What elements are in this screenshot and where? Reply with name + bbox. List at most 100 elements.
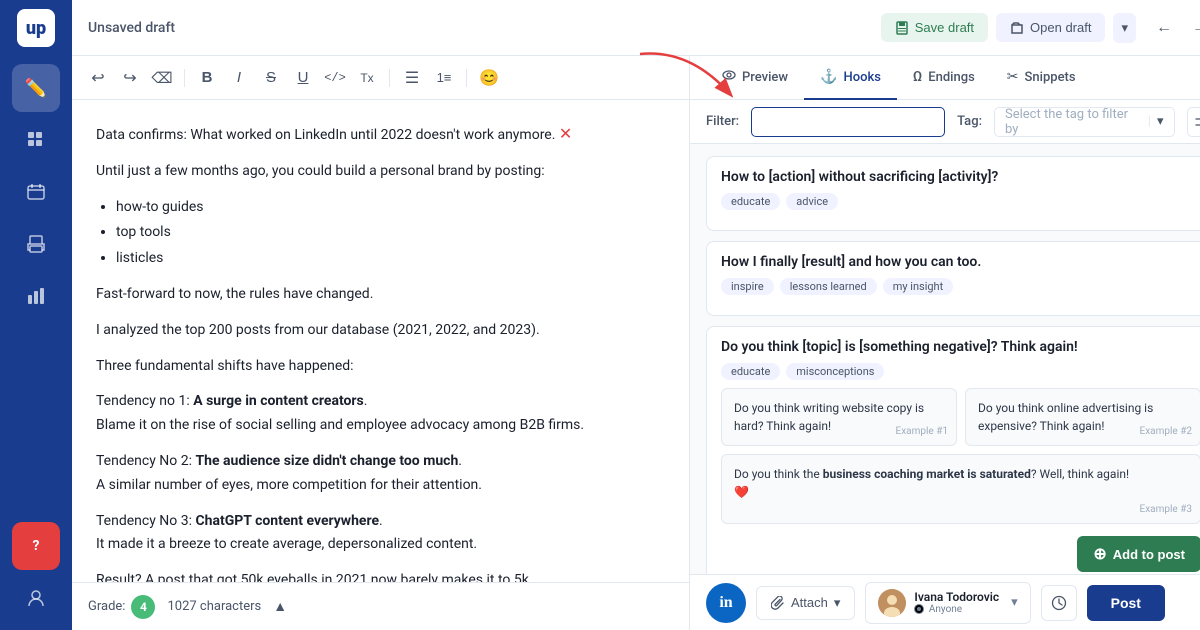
main: Unsaved draft Save draft Open draft ▾ ← … bbox=[72, 0, 1200, 630]
user-avatar bbox=[878, 589, 906, 617]
user-dropdown-icon: ▾ bbox=[1011, 595, 1018, 610]
hook-title-2: How I finally [result] and how you can t… bbox=[721, 254, 1200, 270]
example-label-1: Example #1 bbox=[896, 424, 948, 439]
sidebar-item-help[interactable]: ? bbox=[12, 522, 60, 570]
bold-button[interactable]: B bbox=[193, 64, 221, 92]
save-draft-label: Save draft bbox=[915, 20, 974, 35]
preview-icon bbox=[722, 68, 736, 86]
plus-icon: ⊕ bbox=[1093, 544, 1106, 564]
user-info: Ivana Todorovic Anyone bbox=[914, 590, 999, 615]
linkedin-button[interactable]: in bbox=[706, 583, 746, 623]
snippets-icon: ✂ bbox=[1007, 69, 1019, 85]
shuffle-button[interactable] bbox=[1187, 107, 1200, 137]
hook-example-3[interactable]: Do you think the business coaching marke… bbox=[721, 454, 1200, 524]
hook-tags-3: educate misconceptions bbox=[721, 363, 1200, 380]
sidebar-item-calendar[interactable] bbox=[12, 168, 60, 216]
bullet-list-button[interactable]: ☰ bbox=[398, 64, 426, 92]
logo-box[interactable]: up bbox=[17, 9, 55, 47]
schedule-button[interactable] bbox=[1041, 585, 1077, 621]
underline-button[interactable]: U bbox=[289, 64, 317, 92]
hook-example-1[interactable]: Do you think writing website copy is har… bbox=[721, 388, 957, 446]
tag-lessons-learned[interactable]: lessons learned bbox=[780, 278, 877, 295]
open-draft-dropdown[interactable]: ▾ bbox=[1113, 13, 1136, 43]
editor-toolbar: ↩ ↪ ⌫ B I S U </> Tx ☰ 1≡ 😊 bbox=[72, 56, 689, 100]
tab-snippets[interactable]: ✂ Snippets bbox=[991, 56, 1092, 100]
hook-title-3: Do you think [topic] is [something negat… bbox=[721, 339, 1200, 355]
example-label-3: Example #3 bbox=[1140, 502, 1192, 517]
hook-card-1: How to [action] without sacrificing [act… bbox=[706, 156, 1200, 231]
toolbar-sep-1 bbox=[184, 69, 185, 87]
tab-hooks[interactable]: ⚓ Hooks bbox=[804, 56, 897, 100]
italic-button[interactable]: I bbox=[225, 64, 253, 92]
tag-label: Tag: bbox=[957, 114, 982, 129]
editor-line-1: Data confirms: What worked on LinkedIn u… bbox=[96, 120, 665, 148]
add-to-post-label: Add to post bbox=[1113, 547, 1185, 562]
hook-example-2[interactable]: Do you think online advertising is expen… bbox=[965, 388, 1200, 446]
tag-select-placeholder: Select the tag to filter by bbox=[1005, 107, 1142, 137]
code-button[interactable]: </> bbox=[321, 64, 349, 92]
redo-button[interactable]: ↪ bbox=[116, 64, 144, 92]
sidebar-item-user[interactable] bbox=[12, 574, 60, 622]
clear-button[interactable]: Tx bbox=[353, 64, 381, 92]
attach-dropdown-icon: ▾ bbox=[834, 595, 841, 611]
post-label: Post bbox=[1111, 595, 1141, 611]
open-draft-button[interactable]: Open draft bbox=[996, 13, 1105, 42]
sidebar-bottom: ? bbox=[12, 514, 60, 630]
char-count: 1027 characters bbox=[167, 599, 261, 614]
heart-emoji: ❤️ bbox=[734, 485, 749, 499]
tab-hooks-label: Hooks bbox=[843, 70, 880, 85]
tag-inspire[interactable]: inspire bbox=[721, 278, 774, 295]
tab-endings-label: Endings bbox=[928, 70, 975, 85]
editor-content[interactable]: Data confirms: What worked on LinkedIn u… bbox=[72, 100, 689, 582]
save-draft-button[interactable]: Save draft bbox=[881, 13, 988, 42]
tab-endings[interactable]: Ω Endings bbox=[897, 56, 991, 100]
sidebar-item-grid[interactable] bbox=[12, 116, 60, 164]
sidebar-nav: ✏️ bbox=[12, 56, 60, 514]
sidebar-item-edit[interactable]: ✏️ bbox=[12, 64, 60, 112]
ordered-list-button[interactable]: 1≡ bbox=[430, 64, 458, 92]
tag-misconceptions[interactable]: misconceptions bbox=[786, 363, 884, 380]
header-actions: Save draft Open draft ▾ bbox=[881, 13, 1136, 43]
user-sub: Anyone bbox=[914, 604, 999, 615]
nav-arrows: ← → bbox=[1148, 12, 1200, 44]
user-name: Ivana Todorovic bbox=[914, 590, 999, 604]
expand-button[interactable]: ▲ bbox=[273, 598, 287, 615]
filter-input[interactable] bbox=[751, 107, 945, 137]
filter-label: Filter: bbox=[706, 114, 739, 129]
user-button[interactable]: Ivana Todorovic Anyone ▾ bbox=[865, 582, 1030, 624]
editor-line-tendency3: Tendency No 3: ChatGPT content everywher… bbox=[96, 510, 665, 558]
sidebar-item-printer[interactable] bbox=[12, 220, 60, 268]
hooks-icon: ⚓ bbox=[820, 69, 837, 85]
post-button[interactable]: Post bbox=[1087, 585, 1165, 621]
tag-educate-3[interactable]: educate bbox=[721, 363, 780, 380]
eraser-button[interactable]: ⌫ bbox=[148, 64, 176, 92]
editor-line-5: Three fundamental shifts have happened: bbox=[96, 355, 665, 379]
sidebar-item-chart[interactable] bbox=[12, 272, 60, 320]
hooks-filter-bar: Filter: Tag: Select the tag to filter by… bbox=[690, 100, 1200, 144]
grade-circle: 4 bbox=[131, 595, 155, 619]
editor-line-tendency2: Tendency No 2: The audience size didn't … bbox=[96, 450, 665, 498]
undo-button[interactable]: ↩ bbox=[84, 64, 112, 92]
tab-preview-label: Preview bbox=[742, 70, 788, 85]
tag-my-insight[interactable]: my insight bbox=[883, 278, 954, 295]
attach-button[interactable]: Attach ▾ bbox=[756, 586, 855, 620]
nav-forward-button[interactable]: → bbox=[1184, 12, 1200, 44]
strikethrough-button[interactable]: S bbox=[257, 64, 285, 92]
grade-badge: Grade: 4 bbox=[88, 595, 155, 619]
tab-preview[interactable]: Preview bbox=[706, 56, 804, 100]
editor-footer: Grade: 4 1027 characters ▲ bbox=[72, 582, 689, 630]
tag-educate[interactable]: educate bbox=[721, 193, 780, 210]
tag-advice[interactable]: advice bbox=[786, 193, 838, 210]
logo-text: up bbox=[26, 18, 46, 39]
tag-select[interactable]: Select the tag to filter by | ▾ bbox=[994, 107, 1175, 137]
hooks-list: How to [action] without sacrificing [act… bbox=[690, 144, 1200, 574]
endings-icon: Ω bbox=[913, 69, 922, 85]
draft-title: Unsaved draft bbox=[88, 20, 869, 36]
nav-back-button[interactable]: ← bbox=[1148, 12, 1180, 44]
add-to-post-button[interactable]: ⊕ Add to post bbox=[1077, 536, 1200, 572]
sidebar-logo: up bbox=[0, 0, 72, 56]
header: Unsaved draft Save draft Open draft ▾ ← … bbox=[72, 0, 1200, 56]
editor-line-result: Result? A post that got 50k eyeballs in … bbox=[96, 569, 665, 582]
emoji-button[interactable]: 😊 bbox=[475, 64, 503, 92]
toolbar-sep-2 bbox=[389, 69, 390, 87]
